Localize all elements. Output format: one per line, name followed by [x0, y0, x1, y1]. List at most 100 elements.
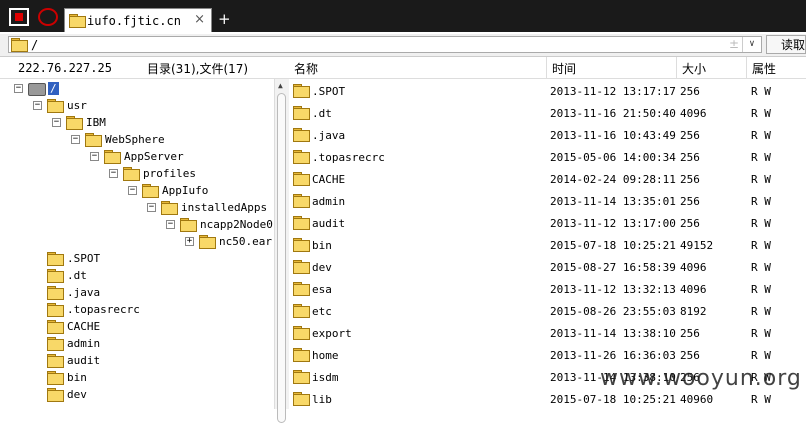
close-icon[interactable]: × [194, 12, 205, 27]
file-size: 256 [680, 85, 700, 98]
column-divider[interactable] [546, 57, 547, 78]
collapse-icon[interactable]: − [147, 203, 156, 212]
file-row[interactable]: esa 2013-11-12 13:32:13 4096 R W [288, 278, 806, 300]
file-name: dev [312, 261, 332, 274]
folder-icon [66, 116, 83, 130]
file-row[interactable]: admin 2013-11-14 13:35:01 256 R W [288, 190, 806, 212]
collapse-icon[interactable]: − [52, 118, 61, 127]
directory-tree: − / − usr − IBM − WebSphere − AppServer … [0, 79, 274, 409]
tree-scrollbar[interactable]: ▲ [274, 79, 289, 423]
column-divider[interactable] [676, 57, 677, 78]
folder-icon [293, 194, 310, 208]
folder-icon [293, 238, 310, 252]
file-attr: R W [751, 261, 771, 274]
file-time: 2015-07-18 10:25:21 [550, 393, 676, 406]
tree-node-label: audit [67, 354, 101, 367]
file-name: etc [312, 305, 332, 318]
file-attr: R W [751, 173, 771, 186]
file-row[interactable]: audit 2013-11-12 13:17:00 256 R W [288, 212, 806, 234]
file-size: 256 [680, 349, 700, 362]
column-time[interactable]: 时间 [552, 60, 576, 77]
folder-icon [293, 216, 310, 230]
folder-icon [47, 337, 64, 351]
file-row[interactable]: dev 2015-08-27 16:58:39 4096 R W [288, 256, 806, 278]
file-row[interactable]: lib 2015-07-18 10:25:21 40960 R W [288, 388, 806, 409]
file-time: 2015-08-26 23:55:03 [550, 305, 676, 318]
collapse-icon[interactable]: − [71, 135, 80, 144]
file-time: 2015-07-18 10:25:21 [550, 239, 676, 252]
file-size: 256 [680, 195, 700, 208]
collapse-icon[interactable]: − [14, 84, 23, 93]
drive-icon [28, 83, 46, 96]
collapse-icon[interactable]: − [33, 101, 42, 110]
record-icon[interactable] [38, 8, 58, 26]
path-input[interactable]: / ± ∨ [8, 36, 762, 53]
file-row[interactable]: .java 2013-11-16 10:43:49 256 R W [288, 124, 806, 146]
expand-icon[interactable]: + [185, 237, 194, 246]
file-attr: R W [751, 349, 771, 362]
collapse-icon[interactable]: − [128, 186, 137, 195]
plus-minus-icon[interactable]: ± [729, 37, 739, 51]
folder-icon [47, 354, 64, 368]
file-name: CACHE [312, 173, 346, 186]
folder-icon [123, 167, 140, 181]
column-size[interactable]: 大小 [682, 60, 706, 77]
file-attr: R W [751, 85, 771, 98]
folder-icon [47, 252, 64, 266]
file-row[interactable]: etc 2015-08-26 23:55:03 8192 R W [288, 300, 806, 322]
file-row[interactable]: bin 2015-07-18 10:25:21 49152 R W [288, 234, 806, 256]
file-time: 2015-08-27 16:58:39 [550, 261, 676, 274]
folder-icon [47, 388, 64, 402]
file-size: 4096 [680, 107, 707, 120]
file-attr: R W [751, 151, 771, 164]
column-divider[interactable] [746, 57, 747, 78]
folder-icon [11, 38, 28, 52]
collapse-icon[interactable]: − [90, 152, 99, 161]
file-row[interactable]: .topasrecrc 2015-05-06 14:00:34 256 R W [288, 146, 806, 168]
file-name: bin [312, 239, 332, 252]
file-row[interactable]: .SPOT 2013-11-12 13:17:17 256 R W [288, 80, 806, 102]
file-size: 256 [680, 151, 700, 164]
tree-node-label: AppServer [124, 150, 184, 163]
file-size: 8192 [680, 305, 707, 318]
file-time: 2013-11-16 10:43:49 [550, 129, 676, 142]
tab-label: iufo.fjtic.cn [87, 14, 181, 28]
tree-node-label: profiles [143, 167, 196, 180]
file-time: 2015-05-06 14:00:34 [550, 151, 676, 164]
file-size: 40960 [680, 393, 714, 406]
file-name: home [312, 349, 339, 362]
scroll-up-icon[interactable]: ▲ [278, 81, 283, 90]
app-menu-icon[interactable] [9, 8, 29, 26]
folder-icon [293, 106, 310, 120]
folder-icon [47, 320, 64, 334]
collapse-icon[interactable]: − [109, 169, 118, 178]
add-tab-button[interactable]: + [218, 10, 231, 28]
collapse-icon[interactable]: − [166, 220, 175, 229]
folder-icon [142, 184, 159, 198]
file-row[interactable]: CACHE 2014-02-24 09:28:11 256 R W [288, 168, 806, 190]
scrollbar-thumb[interactable] [277, 93, 286, 423]
file-attr: R W [751, 129, 771, 142]
tree-node-label: installedApps [181, 201, 268, 214]
tree-header: 222.76.227.25 目录(31),文件(17) [0, 57, 288, 79]
file-row[interactable]: export 2013-11-14 13:38:10 256 R W [288, 322, 806, 344]
folder-icon [69, 14, 86, 28]
file-time: 2013-11-14 13:38:10 [550, 327, 676, 340]
file-size: 49152 [680, 239, 714, 252]
column-name[interactable]: 名称 [294, 60, 318, 77]
column-attr[interactable]: 属性 [752, 60, 776, 77]
chevron-down-icon[interactable]: ∨ [742, 37, 761, 52]
folder-icon [47, 269, 64, 283]
file-attr: R W [751, 195, 771, 208]
tab-iufo[interactable]: iufo.fjtic.cn × [64, 8, 212, 32]
file-row[interactable]: .dt 2013-11-16 21:50:40 4096 R W [288, 102, 806, 124]
tree-node-label: .dt [67, 269, 87, 282]
folder-icon [293, 282, 310, 296]
file-row[interactable]: home 2013-11-26 16:36:03 256 R W [288, 344, 806, 366]
file-name: .dt [312, 107, 332, 120]
file-time: 2013-11-16 21:50:40 [550, 107, 676, 120]
folder-icon [180, 218, 197, 232]
read-button[interactable]: 读取 [766, 35, 806, 54]
file-time: 2014-02-24 09:28:11 [550, 173, 676, 186]
folder-icon [293, 326, 310, 340]
